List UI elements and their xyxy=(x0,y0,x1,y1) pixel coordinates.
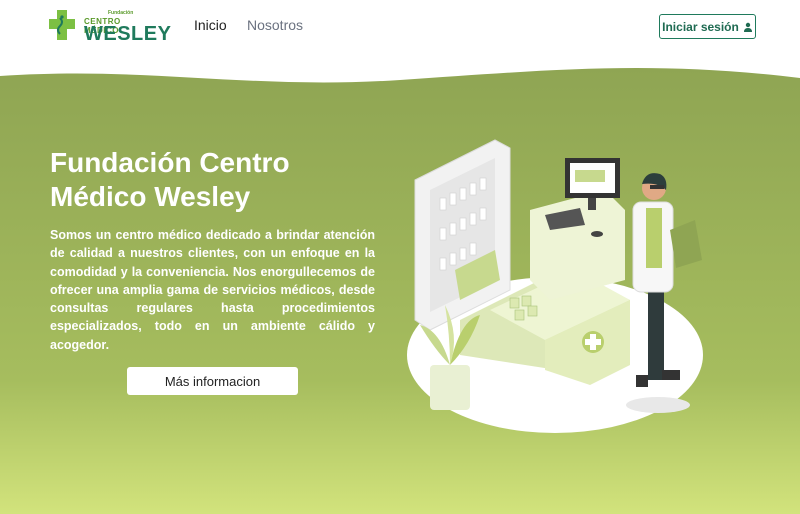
mouse xyxy=(591,231,603,237)
brand-small-text: Fundación xyxy=(108,10,134,16)
login-button[interactable]: Iniciar sesión xyxy=(659,14,756,39)
hero-description: Somos un centro médico dedicado a brinda… xyxy=(50,228,375,352)
login-button-label: Iniciar sesión xyxy=(662,19,739,34)
medical-cross-icon xyxy=(49,10,75,40)
pharmacy-illustration xyxy=(407,139,703,433)
more-info-button[interactable]: Más informacion xyxy=(127,367,298,395)
brand-name: WESLEY xyxy=(84,23,172,45)
hero-title: Fundación Centro Médico Wesley xyxy=(50,147,290,212)
desk xyxy=(530,190,625,300)
monitor-stand xyxy=(588,198,596,210)
monitor-chart xyxy=(575,170,605,182)
counter-cross-icon xyxy=(582,331,604,353)
nav-link-nosotros[interactable]: Nosotros xyxy=(247,17,303,33)
nav-link-inicio[interactable]: Inicio xyxy=(194,17,227,33)
brand-logo[interactable]: Fundación CENTRO MÉDICO WESLEY xyxy=(48,6,171,46)
navbar: Fundación CENTRO MÉDICO WESLEY Inicio No… xyxy=(0,0,800,64)
user-icon xyxy=(743,22,752,32)
